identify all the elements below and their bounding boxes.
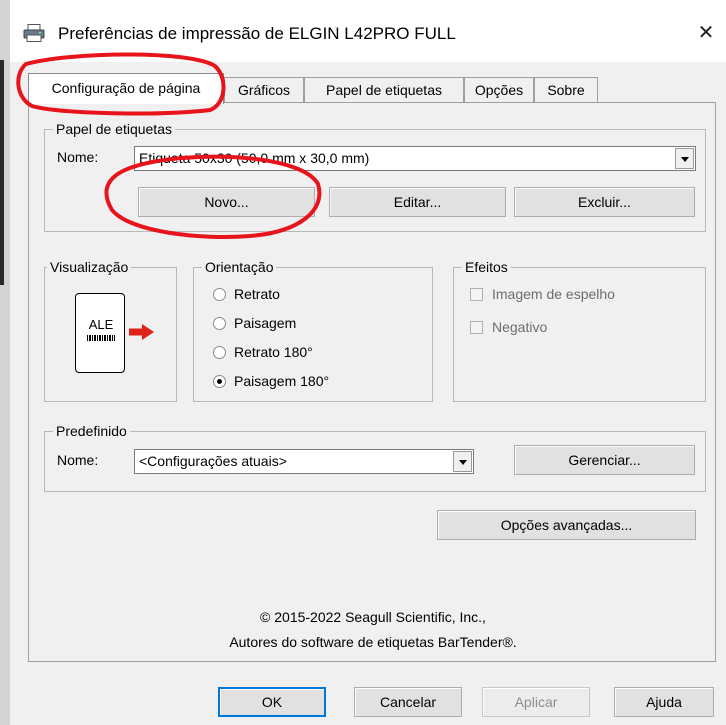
ok-button[interactable]: OK xyxy=(218,687,326,717)
radio-portrait-180-label: Retrato 180° xyxy=(234,344,313,360)
radio-indicator[interactable] xyxy=(213,317,226,330)
cancel-button[interactable]: Cancelar xyxy=(354,687,462,717)
negative-checkbox[interactable]: Negativo xyxy=(470,318,547,336)
radio-portrait[interactable]: Retrato xyxy=(213,285,280,303)
label-preview-card: ALE xyxy=(75,293,125,373)
preset-name-label: Nome: xyxy=(57,452,99,468)
preview-legend: Visualização xyxy=(47,258,132,276)
paper-name-select[interactable]: Etiqueta 50x30 (50,0 mm x 30,0 mm) xyxy=(134,146,696,171)
mirror-image-checkbox[interactable]: Imagem de espelho xyxy=(470,285,615,303)
radio-landscape-180[interactable]: Paisagem 180° xyxy=(213,372,329,390)
tab-about[interactable]: Sobre xyxy=(534,77,598,103)
effects-group: Efeitos Imagem de espelho Negativo xyxy=(453,258,706,402)
background-window-edge xyxy=(0,0,10,725)
tab-label-paper[interactable]: Papel de etiquetas xyxy=(304,77,464,103)
advanced-options-button[interactable]: Opções avançadas... xyxy=(437,510,696,540)
radio-portrait-180[interactable]: Retrato 180° xyxy=(213,343,313,361)
tab-graphics[interactable]: Gráficos xyxy=(224,77,304,103)
radio-landscape-180-label: Paisagem 180° xyxy=(234,373,330,389)
copyright-line-1: © 2015-2022 Seagull Scientific, Inc., xyxy=(260,609,486,625)
orientation-legend: Orientação xyxy=(202,258,277,276)
edit-paper-button[interactable]: Editar... xyxy=(329,187,506,217)
title-bar: Preferências de impressão de ELGIN L42PR… xyxy=(10,0,726,62)
tab-options[interactable]: Opções xyxy=(464,77,534,103)
apply-button[interactable]: Aplicar xyxy=(482,687,590,717)
preset-select[interactable]: <Configurações atuais> xyxy=(134,449,474,474)
new-paper-button[interactable]: Novo... xyxy=(138,187,315,217)
radio-indicator[interactable] xyxy=(213,288,226,301)
orientation-arrow-icon xyxy=(129,324,154,340)
tab-panel-page-setup: Papel de etiquetas Nome: Etiqueta 50x30 … xyxy=(28,102,716,662)
preset-legend: Predefinido xyxy=(53,422,130,440)
delete-paper-button[interactable]: Excluir... xyxy=(514,187,695,217)
mirror-image-label: Imagem de espelho xyxy=(492,286,615,302)
label-paper-group: Papel de etiquetas Nome: Etiqueta 50x30 … xyxy=(44,120,706,232)
copyright-line-2: Autores do software de etiquetas BarTend… xyxy=(229,634,517,650)
paper-name-label: Nome: xyxy=(57,149,99,165)
preset-group: Predefinido Nome: <Configurações atuais>… xyxy=(44,422,706,492)
label-paper-legend: Papel de etiquetas xyxy=(53,120,175,138)
negative-label: Negativo xyxy=(492,319,548,335)
radio-indicator[interactable] xyxy=(213,346,226,359)
chevron-down-icon[interactable] xyxy=(453,451,472,472)
radio-portrait-label: Retrato xyxy=(234,286,280,302)
tab-page-setup[interactable]: Configuração de página xyxy=(28,73,224,104)
chevron-down-icon[interactable] xyxy=(675,148,694,169)
window-title: Preferências de impressão de ELGIN L42PR… xyxy=(58,24,456,43)
help-button[interactable]: Ajuda xyxy=(614,687,714,717)
checkbox-box[interactable] xyxy=(470,321,483,334)
barcode-icon xyxy=(87,335,115,341)
radio-indicator-selected[interactable] xyxy=(213,375,226,388)
manage-presets-button[interactable]: Gerenciar... xyxy=(514,445,695,475)
paper-name-value: Etiqueta 50x30 (50,0 mm x 30,0 mm) xyxy=(139,150,370,166)
printer-icon xyxy=(23,24,45,42)
checkbox-box[interactable] xyxy=(470,288,483,301)
print-preferences-dialog: Preferências de impressão de ELGIN L42PR… xyxy=(10,0,726,725)
effects-legend: Efeitos xyxy=(462,258,511,276)
preset-value: <Configurações atuais> xyxy=(139,453,287,469)
radio-landscape[interactable]: Paisagem xyxy=(213,314,296,332)
close-icon: ✕ xyxy=(697,22,715,44)
close-button[interactable]: ✕ xyxy=(686,16,726,50)
orientation-group: Orientação Retrato Paisagem Retrato 180°… xyxy=(193,258,433,402)
preview-label-text: ALE xyxy=(88,317,114,332)
radio-landscape-label: Paisagem xyxy=(234,315,297,331)
